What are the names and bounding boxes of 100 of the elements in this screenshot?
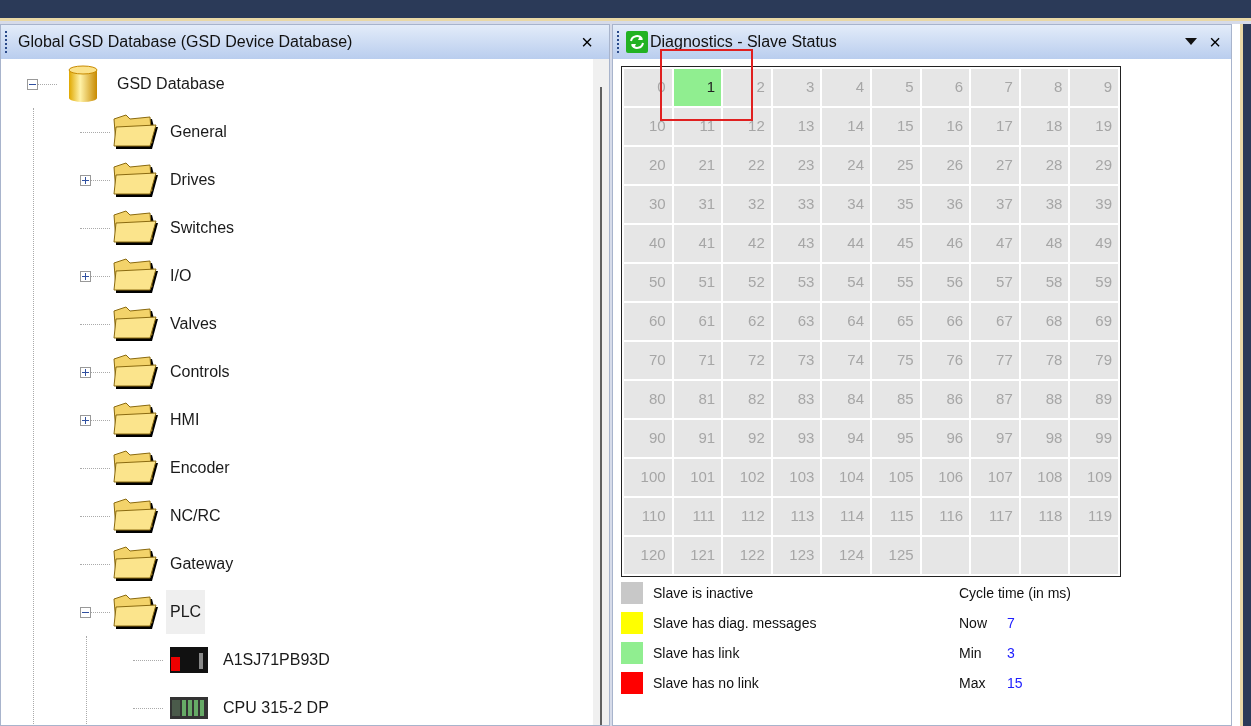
slave-cell: 39: [1070, 186, 1118, 223]
slave-cell: 5: [872, 69, 920, 106]
slave-cell: 111: [673, 498, 722, 535]
slave-cell: 68: [1020, 303, 1069, 340]
slave-cell: 20: [624, 147, 672, 184]
slave-cell: 14: [822, 108, 870, 145]
slave-cell: 33: [772, 186, 821, 223]
tree-item[interactable]: Switches: [166, 206, 239, 250]
slave-cell: 67: [971, 303, 1019, 340]
slave-cell: 49: [1070, 225, 1118, 262]
slave-cell: 26: [921, 147, 970, 184]
slave-cell: 48: [1020, 225, 1069, 262]
slave-cell: 81: [673, 381, 722, 418]
cycle-time-label: Max: [959, 673, 987, 693]
slave-cell: 86: [921, 381, 970, 418]
slave-cell: 114: [822, 498, 870, 535]
slave-cell: 12: [723, 108, 771, 145]
expand-toggle[interactable]: [80, 270, 91, 282]
scrollbar[interactable]: [593, 59, 609, 725]
tree-item[interactable]: HMI: [166, 398, 204, 442]
tree-item[interactable]: Encoder: [166, 446, 234, 490]
tree-item[interactable]: Controls: [166, 350, 234, 394]
slave-cell: 75: [872, 342, 920, 379]
slave-cell: 8: [1020, 69, 1069, 106]
folder-icon: [112, 113, 160, 151]
folder-icon: [112, 161, 160, 199]
tree-item[interactable]: Drives: [166, 158, 220, 202]
slave-cell: 98: [1020, 420, 1069, 457]
slave-cell: 35: [872, 186, 920, 223]
slave-cell: 115: [872, 498, 920, 535]
collapse-toggle[interactable]: [27, 78, 38, 90]
slave-cell: 117: [971, 498, 1019, 535]
tree-item[interactable]: Valves: [166, 302, 221, 346]
close-button[interactable]: ×: [575, 32, 599, 52]
slave-cell: 22: [723, 147, 771, 184]
slave-cell: 47: [971, 225, 1019, 262]
slave-cell: 57: [971, 264, 1019, 301]
slave-cell: 19: [1070, 108, 1118, 145]
slave-cell: 73: [772, 342, 821, 379]
expand-toggle[interactable]: [80, 174, 91, 186]
cycle-time-value: 15: [1007, 673, 1023, 693]
slave-cell: 116: [921, 498, 970, 535]
tree-item[interactable]: PLC: [166, 590, 206, 634]
tree-item[interactable]: A1SJ71PB93D: [219, 638, 334, 682]
slave-cell: 51: [673, 264, 722, 301]
slave-cell: 123: [772, 537, 821, 574]
slave-cell: 21: [673, 147, 722, 184]
plus-icon: [82, 368, 89, 376]
slave-cell: 124: [822, 537, 870, 574]
legend-label: Slave has no link: [653, 673, 759, 693]
slave-cell: 53: [772, 264, 821, 301]
slave-cell: 6: [921, 69, 970, 106]
folder-icon: [112, 353, 160, 391]
slave-cell: 25: [872, 147, 920, 184]
slave-cell: 120: [624, 537, 672, 574]
slave-cell: 46: [921, 225, 970, 262]
tree-item[interactable]: NC/RC: [166, 494, 225, 538]
slave-cell: 118: [1020, 498, 1069, 535]
slave-cell: 29: [1070, 147, 1118, 184]
slave-cell: 103: [772, 459, 821, 496]
dropdown-caret-icon[interactable]: [1185, 38, 1198, 46]
tree-item[interactable]: GSD Database: [113, 62, 229, 106]
expand-toggle[interactable]: [80, 366, 91, 378]
folder-icon: [112, 593, 160, 631]
slave-cell: 23: [772, 147, 821, 184]
tree-item[interactable]: General: [166, 110, 231, 154]
slave-cell: 40: [624, 225, 672, 262]
slave-cell: 74: [822, 342, 870, 379]
slave-cell: 61: [673, 303, 722, 340]
tree-item[interactable]: Gateway: [166, 542, 238, 586]
slave-cell: 54: [822, 264, 870, 301]
slave-cell: 89: [1070, 381, 1118, 418]
collapse-toggle[interactable]: [80, 606, 91, 618]
slave-cell: 99: [1070, 420, 1118, 457]
cycle-time-value: 7: [1007, 613, 1015, 633]
slave-cell: 55: [872, 264, 920, 301]
slave-cell: 72: [723, 342, 771, 379]
legend-label: Slave has diag. messages: [653, 613, 817, 633]
slave-cell: 69: [1070, 303, 1118, 340]
expand-toggle[interactable]: [80, 414, 91, 426]
slave-cell: 94: [822, 420, 870, 457]
slave-cell: 83: [772, 381, 821, 418]
slave-cell: 3: [772, 69, 821, 106]
slave-cell: 28: [1020, 147, 1069, 184]
folder-icon: [112, 305, 160, 343]
module-icon: [170, 647, 208, 673]
slave-cell: 65: [872, 303, 920, 340]
slave-cell: 125: [872, 537, 920, 574]
slave-cell: 50: [624, 264, 672, 301]
database-icon: [68, 65, 98, 103]
legend-label: Slave has link: [653, 643, 740, 663]
slave-cell: 9: [1070, 69, 1118, 106]
cycle-time-title: Cycle time (in ms): [959, 583, 1071, 603]
close-button[interactable]: ×: [1205, 32, 1225, 52]
panel-title: Global GSD Database (GSD Device Database): [18, 32, 354, 52]
tree-item[interactable]: I/O: [166, 254, 196, 298]
tree-item[interactable]: CPU 315-2 DP: [219, 686, 333, 725]
slave-cell: 10: [624, 108, 672, 145]
slave-cell: 31: [673, 186, 722, 223]
slave-cell: 16: [921, 108, 970, 145]
